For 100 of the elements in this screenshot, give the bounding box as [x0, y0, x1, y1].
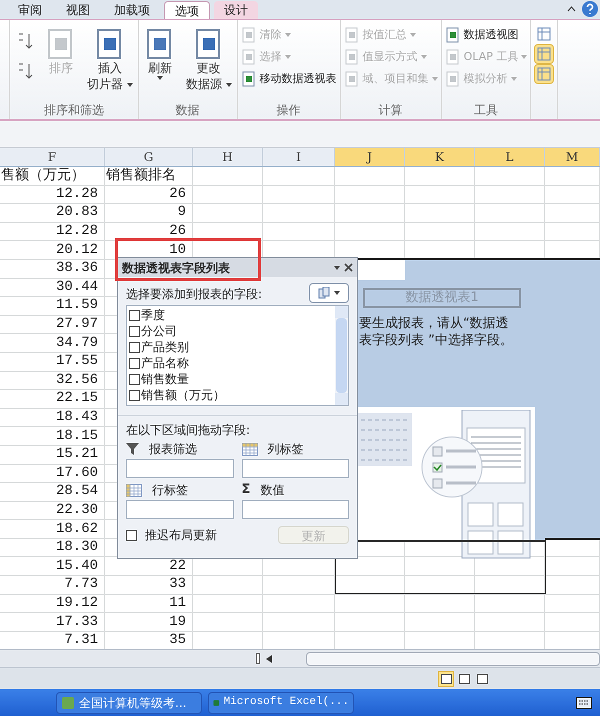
table-cell-text: 7.31: [64, 631, 98, 650]
table-cell-text: 35: [169, 631, 186, 650]
table-cell-text: 28.54: [56, 482, 98, 502]
view-button[interactable]: [438, 670, 454, 686]
grid-icon: [537, 67, 552, 81]
area-label: 列标签: [268, 441, 304, 458]
page-icon: [476, 674, 488, 684]
ribbon-tab[interactable]: 加载项: [104, 1, 160, 19]
field-checkbox[interactable]: [129, 342, 140, 352]
document-icon: [344, 71, 360, 87]
ribbon-group-label: 操作: [276, 102, 302, 119]
field-checkbox[interactable]: [129, 374, 140, 384]
document-icon: [444, 49, 461, 65]
table-cell-text: 12.28: [56, 222, 98, 242]
table-cell-text: 33: [169, 575, 186, 594]
area-label: 行标签: [152, 482, 188, 499]
ribbon-large-button[interactable]: 更改 数据源: [184, 20, 234, 92]
table-cell-text: 22.30: [56, 500, 98, 520]
taskbar-button[interactable]: Microsoft Excel(...: [208, 692, 354, 714]
table-cell-text: 30.44: [56, 278, 98, 297]
panel-title: 数据透视表字段列表: [122, 260, 231, 276]
ribbon-tab[interactable]: 选项: [164, 1, 210, 19]
table-cell-text: 销售额排名: [105, 166, 176, 186]
field-label: 产品名称: [141, 355, 189, 372]
page-icon: [440, 674, 452, 684]
ribbon-tab[interactable]: 视图: [56, 1, 100, 19]
field-label: 销售数量: [141, 371, 189, 388]
toggle-button[interactable]: [534, 44, 554, 64]
collapse-ribbon-icon[interactable]: [567, 5, 576, 12]
grid-icon: [126, 484, 142, 496]
table-cell-text: 18.62: [56, 520, 98, 539]
ribbon-small-button[interactable]: 数据透视图: [444, 24, 528, 46]
table-cell-text: 32.56: [56, 370, 98, 390]
table-cell-text: 20.12: [56, 240, 98, 260]
ribbon-small-button[interactable]: 移动数据透视表: [240, 68, 337, 90]
table-cell-text: 27.97: [56, 315, 98, 334]
ribbon-group-label: 计算: [378, 102, 404, 119]
pivot-title: 数据透视表1: [405, 289, 479, 308]
table-cell-text: 11: [169, 594, 186, 613]
table-cell-text: 11.59: [56, 296, 98, 316]
field-label: 分公司: [141, 323, 177, 340]
table-cell-text: 19: [169, 612, 186, 632]
app-icon: [61, 696, 75, 710]
table-cell-text: 12.28: [56, 184, 98, 204]
table-cell-text: 10: [169, 240, 186, 260]
field-label: 销售额（万元）: [141, 387, 225, 404]
field-checkbox[interactable]: [129, 326, 140, 336]
column-header[interactable]: H: [193, 148, 263, 166]
taskbar-button[interactable]: 全国计算机等级考...: [56, 692, 202, 714]
document-icon: [240, 27, 257, 43]
column-header[interactable]: J: [335, 148, 405, 166]
column-header[interactable]: L: [475, 148, 545, 166]
ribbon-group-label: 排序和筛选: [42, 102, 105, 119]
scroll-left-icon[interactable]: [266, 654, 272, 662]
table-cell-text: 26: [169, 222, 186, 242]
stacked-pages-icon: [318, 287, 330, 299]
field-label: 季度: [141, 307, 165, 324]
ribbon-tab[interactable]: 审阅: [8, 1, 52, 19]
ribbon-large-button[interactable]: 插入 切片器: [85, 20, 135, 92]
area-label: 报表筛选: [149, 441, 197, 458]
ribbon-tab[interactable]: 设计: [214, 1, 258, 19]
toggle-button[interactable]: [534, 64, 554, 84]
column-header[interactable]: M: [545, 148, 600, 166]
choose-fields-label: 选择要添加到报表的字段:: [126, 286, 262, 303]
table-cell-text: 7.73: [64, 575, 98, 594]
table-cell-text: 17.33: [56, 612, 98, 632]
ribbon-large-button[interactable]: 刷新: [142, 20, 178, 80]
table-cell-text: 15.40: [56, 556, 98, 576]
column-header[interactable]: I: [263, 148, 335, 166]
document-icon: [240, 71, 257, 87]
ribbon-group-label: 数据: [174, 102, 201, 119]
sort-ascending-icon[interactable]: [17, 32, 33, 50]
split-handle[interactable]: [256, 653, 260, 664]
drag-fields-label: 在以下区域间拖动字段:: [126, 422, 252, 439]
column-header[interactable]: F: [0, 148, 105, 166]
column-header[interactable]: K: [405, 148, 475, 166]
field-label: 产品类别: [141, 339, 189, 356]
close-icon[interactable]: [344, 263, 353, 272]
horizontal-scrollbar-thumb[interactable]: [306, 652, 600, 666]
document-icon: [344, 49, 360, 65]
grid-icon: [537, 27, 552, 41]
sigma-symbol: Σ: [242, 481, 250, 500]
column-header[interactable]: G: [105, 148, 193, 166]
field-checkbox[interactable]: [129, 390, 140, 400]
table-cell-text: 19.12: [56, 594, 98, 613]
field-checkbox[interactable]: [129, 358, 140, 368]
layout-dropdown-button[interactable]: [309, 283, 349, 303]
defer-checkbox[interactable]: [126, 530, 137, 540]
defer-label: 推迟布局更新: [145, 527, 217, 544]
table-cell-text: 38.36: [56, 259, 98, 278]
field-checkbox[interactable]: [129, 310, 140, 320]
sort-descending-icon[interactable]: [17, 62, 33, 80]
table-cell-text: 17.60: [56, 464, 98, 483]
keyboard-icon[interactable]: [576, 696, 592, 708]
help-icon[interactable]: [582, 1, 598, 17]
document-icon: [444, 71, 461, 87]
caret-icon: [334, 291, 340, 295]
caret-icon: [334, 266, 340, 270]
scrollbar[interactable]: [335, 306, 348, 405]
instruction-text: 表字段列表 ”中选择字段。: [359, 332, 513, 349]
